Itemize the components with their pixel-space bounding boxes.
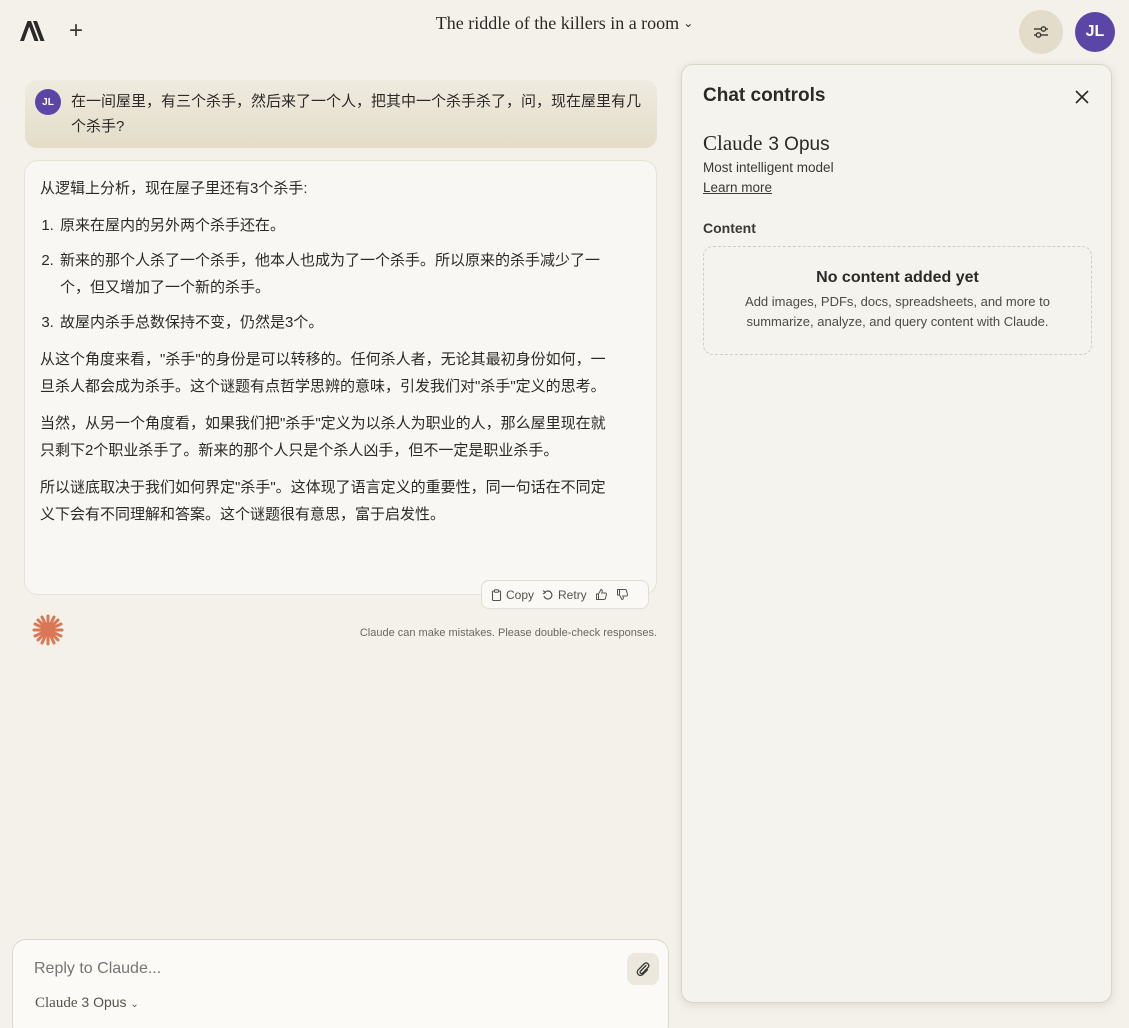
list-item: 原来在屋内的另外两个杀手还在。 [58, 212, 620, 239]
assistant-list: 原来在屋内的另外两个杀手还在。 新来的那个人杀了一个杀手，他本人也成为了一个杀手… [58, 212, 620, 336]
user-message: JL 在一间屋里，有三个杀手，然后来了一个人，把其中一个杀手杀了，问，现在屋里有… [25, 80, 657, 148]
thumbs-down-icon[interactable] [616, 588, 629, 601]
content-dropzone[interactable]: No content added yet Add images, PDFs, d… [703, 246, 1092, 355]
list-item: 故屋内杀手总数保持不变，仍然是3个。 [58, 309, 620, 336]
chat-controls-button[interactable] [1019, 10, 1063, 54]
copy-label: Copy [506, 587, 535, 602]
copy-button[interactable]: Copy [491, 588, 534, 602]
composer: Claude 3 Opus ⌄ [12, 939, 669, 1028]
assistant-paragraph: 当然，从另一个角度看，如果我们把"杀手"定义为以杀人为职业的人，那么屋里现在就只… [40, 415, 606, 459]
chevron-down-icon: ⌄ [130, 999, 139, 1010]
assistant-message-body: 从逻辑上分析，现在屋子里还有3个杀手: 原来在屋内的另外两个杀手还在。 新来的那… [40, 175, 620, 538]
chat-title-text: The riddle of the killers in a room [435, 13, 680, 33]
retry-button[interactable]: Retry [542, 588, 587, 602]
model-brand: Claude [35, 995, 78, 1011]
retry-label: Retry [558, 587, 587, 602]
panel-model-name: Claude 3 Opus [703, 131, 830, 156]
panel-model-description: Most intelligent model [703, 160, 834, 175]
assistant-message: 从逻辑上分析，现在屋子里还有3个杀手: 原来在屋内的另外两个杀手还在。 新来的那… [24, 160, 657, 595]
panel-model-brand: Claude [703, 131, 763, 155]
paperclip-icon [636, 962, 650, 977]
user-avatar[interactable]: JL [1075, 12, 1115, 52]
chat-controls-panel: Chat controls Claude 3 Opus Most intelli… [681, 64, 1112, 1003]
panel-title: Chat controls [703, 85, 826, 106]
assistant-intro: 从逻辑上分析，现在屋子里还有3个杀手: [40, 180, 308, 197]
assistant-paragraph: 从这个角度来看，"杀手"的身份是可以转移的。任何杀人者，无论其最初身份如何，一旦… [40, 351, 606, 395]
chat-title[interactable]: The riddle of the killers in a room ⌄ [0, 13, 1129, 34]
retry-icon [542, 589, 553, 600]
clipboard-icon [491, 588, 502, 601]
assistant-paragraph: 所以谜底取决于我们如何界定"杀手"。这体现了语言定义的重要性，同一句话在不同定义… [40, 479, 606, 523]
thumbs-up-icon[interactable] [595, 588, 608, 601]
top-bar: + The riddle of the killers in a room ⌄ J… [0, 0, 1129, 64]
sliders-icon [1034, 26, 1048, 38]
empty-content-title: No content added yet [816, 269, 979, 286]
disclaimer-text: Claude can make mistakes. Please double-… [359, 627, 657, 639]
user-message-avatar: JL [35, 89, 61, 115]
empty-content-description: Add images, PDFs, docs, spreadsheets, an… [745, 294, 1050, 329]
claude-spark-icon [32, 614, 64, 646]
panel-model-version: 3 Opus [768, 134, 830, 155]
user-message-text: 在一间屋里，有三个杀手，然后来了一个人，把其中一个杀手杀了，问，现在屋里有几个杀… [71, 93, 642, 135]
reply-input[interactable] [34, 960, 594, 978]
model-selector[interactable]: Claude 3 Opus ⌄ [35, 994, 139, 1012]
attach-button[interactable] [627, 953, 659, 985]
model-version: 3 Opus [81, 994, 127, 1010]
content-section-label: Content [703, 220, 756, 236]
close-icon[interactable] [1070, 85, 1094, 109]
message-actions: Copy Retry [481, 580, 649, 609]
learn-more-link[interactable]: Learn more [703, 180, 772, 195]
list-item: 新来的那个人杀了一个杀手，他本人也成为了一个杀手。所以原来的杀手减少了一个，但又… [58, 247, 620, 301]
chevron-down-icon: ⌄ [683, 16, 694, 30]
